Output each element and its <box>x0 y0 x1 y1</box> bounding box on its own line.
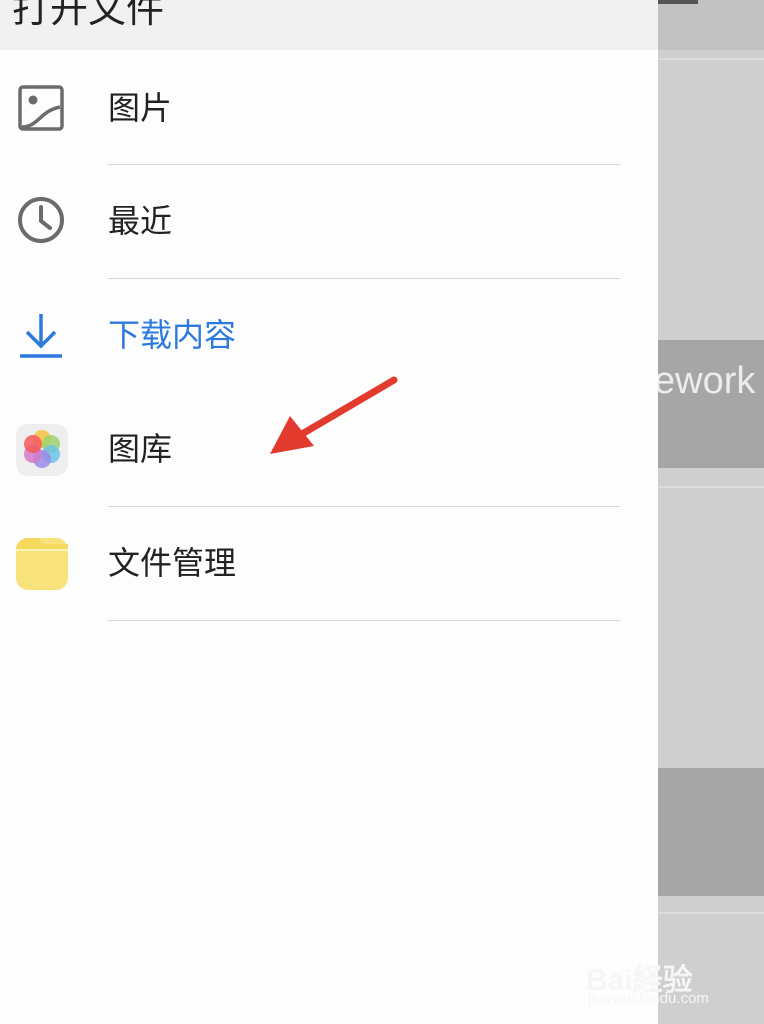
drawer-item-images[interactable]: 图片 <box>0 50 658 164</box>
drawer-item-label: 图片 <box>108 89 173 127</box>
drawer-header: 打开文件 <box>0 0 658 50</box>
image-icon <box>18 85 64 131</box>
menu-icon <box>656 0 698 14</box>
divider <box>108 620 620 621</box>
gallery-app-icon <box>16 424 68 476</box>
download-icon <box>20 314 62 358</box>
folder-app-icon <box>16 538 68 590</box>
open-file-drawer: 打开文件 图片 最近 下载内容 图库 文件管理 <box>0 0 658 1024</box>
drawer-item-label: 图库 <box>108 430 173 468</box>
drawer-title: 打开文件 <box>12 0 165 31</box>
background-card-text: ework <box>654 360 756 402</box>
clock-icon <box>18 197 64 243</box>
drawer-item-label: 下载内容 <box>108 316 237 354</box>
drawer-item-label: 最近 <box>108 202 173 240</box>
drawer-item-recent[interactable]: 最近 <box>0 164 658 278</box>
drawer-item-label: 文件管理 <box>108 544 237 582</box>
annotation-arrow-icon <box>270 376 398 454</box>
watermark-url: jingyan.baidu.com <box>588 990 709 1007</box>
drawer-item-file-manager[interactable]: 文件管理 <box>0 506 658 620</box>
